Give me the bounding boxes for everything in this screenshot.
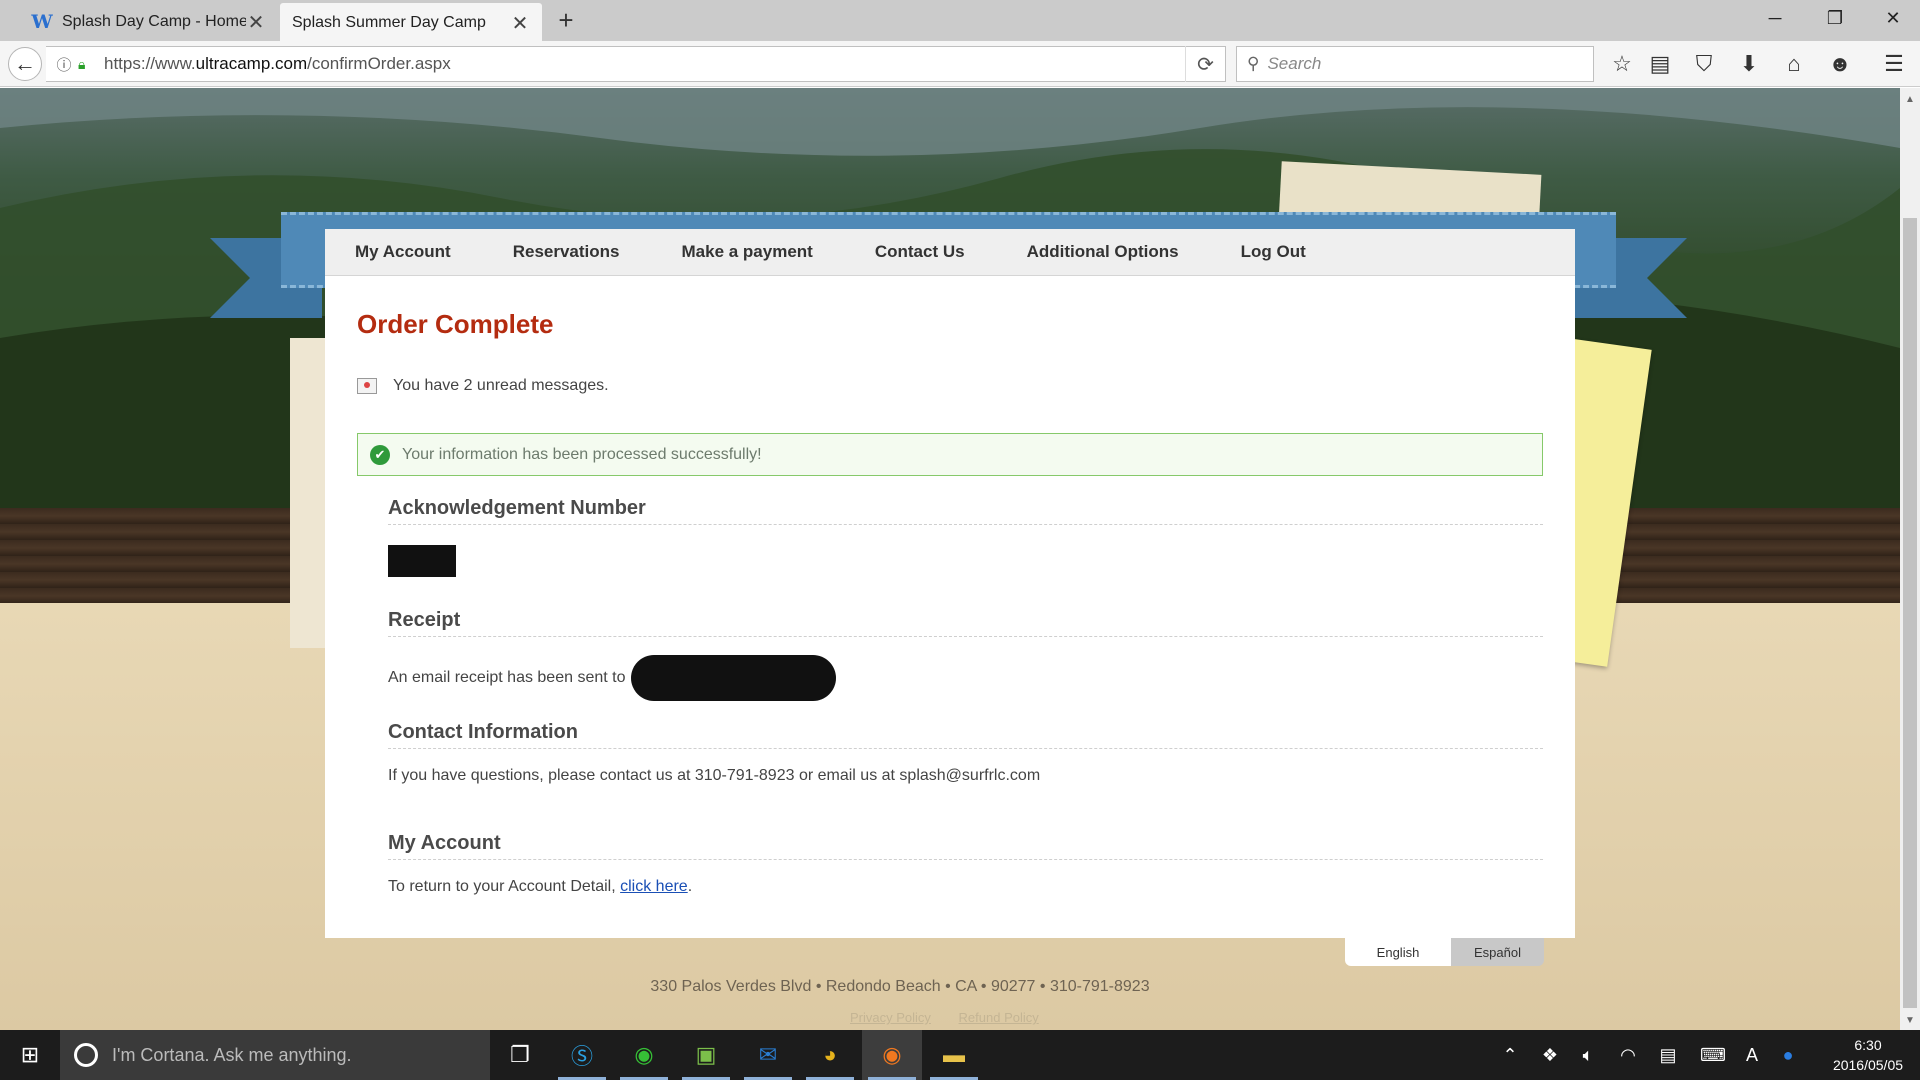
my-account-heading: My Account — [388, 832, 1543, 860]
menu-contact-us[interactable]: Contact Us — [875, 242, 965, 262]
menu-reservations[interactable]: Reservations — [513, 242, 620, 262]
volume-icon[interactable]: 🔈︎ — [1574, 1030, 1602, 1080]
bookmark-star-icon[interactable]: ☆ — [1606, 48, 1638, 80]
action-center-icon[interactable]: ▤ — [1654, 1030, 1682, 1080]
content-card: My Account Reservations Make a payment C… — [325, 229, 1575, 938]
contact-heading: Contact Information — [388, 721, 1543, 749]
menu-log-out[interactable]: Log Out — [1241, 242, 1306, 262]
line-app-icon[interactable]: ◉ — [614, 1030, 674, 1080]
tab-splash-home[interactable]: W Splash Day Camp - Home ✕ — [20, 3, 278, 41]
success-text: Your information has been processed succ… — [402, 445, 762, 463]
smiley-icon[interactable]: ☻ — [1824, 48, 1856, 80]
privacy-policy-link[interactable]: Privacy Policy — [850, 1010, 931, 1025]
ime-indicator[interactable]: A — [1740, 1030, 1764, 1080]
redacted-acknowledgement-number — [388, 545, 456, 577]
envelope-icon — [357, 378, 377, 394]
receipt-section: Receipt An email receipt has been sent t… — [388, 609, 1543, 701]
language-switcher: English Español — [1345, 938, 1544, 966]
outlook-icon[interactable]: ✉ — [738, 1030, 798, 1080]
browser-nav-bar: ← ⓘ 🔒︎ https://www.ultracamp.com/confirm… — [0, 41, 1920, 87]
receipt-text: An email receipt has been sent to — [388, 669, 626, 686]
windows-taskbar: ⊞ I'm Cortana. Ask me anything. ❐ Ⓢ ◉ ▣ … — [0, 1030, 1920, 1080]
cortana-ring-icon — [74, 1043, 98, 1067]
cortana-placeholder: I'm Cortana. Ask me anything. — [112, 1044, 352, 1065]
cortana-search-box[interactable]: I'm Cortana. Ask me anything. — [60, 1030, 490, 1080]
menu-make-payment[interactable]: Make a payment — [682, 242, 813, 262]
reading-list-icon[interactable]: ▤ — [1644, 48, 1676, 80]
taskbar-clock[interactable]: 6:30 2016/05/05 — [1822, 1035, 1914, 1075]
my-account-section: My Account To return to your Account Det… — [388, 832, 1543, 896]
close-icon[interactable]: ✕ — [510, 13, 530, 35]
acknowledgement-heading: Acknowledgement Number — [388, 497, 1543, 525]
unread-messages-notice[interactable]: You have 2 unread messages. — [357, 377, 609, 395]
keyboard-icon[interactable]: ⌨ — [1696, 1030, 1730, 1080]
menu-additional-options[interactable]: Additional Options — [1027, 242, 1179, 262]
menu-hamburger-icon[interactable]: ☰ — [1878, 48, 1910, 80]
language-espanol-button[interactable]: Español — [1451, 938, 1544, 966]
clock-time: 6:30 — [1854, 1037, 1882, 1053]
file-explorer-icon[interactable]: ▬ — [924, 1030, 984, 1080]
redacted-email — [631, 655, 837, 701]
chrome-icon[interactable]: ◕ — [800, 1030, 860, 1080]
clock-date: 2016/05/05 — [1832, 1057, 1904, 1073]
receipt-heading: Receipt — [388, 609, 1543, 637]
contact-text: If you have questions, please contact us… — [388, 767, 1041, 784]
refund-policy-link[interactable]: Refund Policy — [959, 1010, 1039, 1025]
success-alert: ✔ Your information has been processed su… — [357, 433, 1543, 476]
lock-icon: 🔒︎ — [78, 55, 86, 72]
tab-title: Splash Day Camp - Home — [62, 13, 246, 30]
restore-icon[interactable]: ❐ — [1812, 0, 1858, 36]
close-icon[interactable]: ✕ — [246, 12, 266, 34]
messages-text: You have 2 unread messages. — [393, 377, 609, 394]
checkmark-icon: ✔ — [370, 444, 390, 465]
minimize-icon[interactable]: ─ — [1752, 0, 1798, 36]
menu-my-account[interactable]: My Account — [355, 242, 451, 262]
contact-section: Contact Information If you have question… — [388, 721, 1543, 785]
language-english-button[interactable]: English — [1345, 938, 1451, 966]
wix-favicon-icon: W — [31, 11, 53, 33]
address-bar[interactable]: ⓘ 🔒︎ https://www.ultracamp.com/confirmOr… — [46, 46, 1226, 82]
pocket-icon[interactable]: ⛉ — [1688, 48, 1720, 80]
tab-title: Splash Summer Day Camp — [292, 14, 486, 31]
scroll-up-arrow-icon[interactable]: ▲ — [1900, 90, 1920, 108]
acknowledgement-section: Acknowledgement Number — [388, 497, 1543, 577]
new-tab-plus-icon[interactable]: + — [552, 5, 580, 35]
browser-tab-bar: W Splash Day Camp - Home ✕ Splash Summer… — [0, 0, 1920, 41]
scroll-down-arrow-icon[interactable]: ▼ — [1900, 1011, 1920, 1029]
click-here-link[interactable]: click here — [620, 878, 688, 896]
reload-icon[interactable]: ⟳ — [1185, 46, 1225, 82]
main-menu: My Account Reservations Make a payment C… — [325, 229, 1575, 276]
back-arrow-icon[interactable]: ← — [8, 47, 42, 81]
tab-splash-summer[interactable]: Splash Summer Day Camp ✕ — [280, 3, 542, 41]
evernote-icon[interactable]: ▣ — [676, 1030, 736, 1080]
page-viewport: My Account Reservations Make a payment C… — [0, 88, 1900, 1030]
tray-chevron-up-icon[interactable]: ⌃ — [1496, 1030, 1524, 1080]
home-icon[interactable]: ⌂ — [1778, 48, 1810, 80]
window-close-icon[interactable]: ✕ — [1870, 0, 1916, 36]
search-input[interactable]: ⚲ Search — [1236, 46, 1594, 82]
skype-icon[interactable]: Ⓢ — [552, 1030, 612, 1080]
url-text[interactable]: https://www.ultracamp.com/confirmOrder.a… — [104, 54, 1185, 74]
footer-address: 330 Palos Verdes Blvd • Redondo Beach • … — [650, 978, 1150, 995]
page-title: Order Complete — [357, 309, 554, 339]
onedrive-icon[interactable]: ● — [1774, 1030, 1802, 1080]
account-text: To return to your Account Detail, — [388, 878, 616, 895]
download-icon[interactable]: ⬇ — [1733, 48, 1765, 80]
footer-policies: Privacy Policy Refund Policy — [850, 1010, 1063, 1025]
wifi-icon[interactable]: ◠ — [1614, 1030, 1642, 1080]
firefox-icon[interactable]: ◉ — [862, 1030, 922, 1080]
info-icon[interactable]: ⓘ — [54, 54, 74, 75]
dropbox-icon[interactable]: ❖ — [1536, 1030, 1564, 1080]
task-view-icon[interactable]: ❐ — [490, 1030, 550, 1080]
windows-start-icon[interactable]: ⊞ — [0, 1030, 60, 1080]
scrollbar-thumb[interactable] — [1903, 218, 1917, 1008]
search-icon: ⚲ — [1247, 54, 1260, 73]
